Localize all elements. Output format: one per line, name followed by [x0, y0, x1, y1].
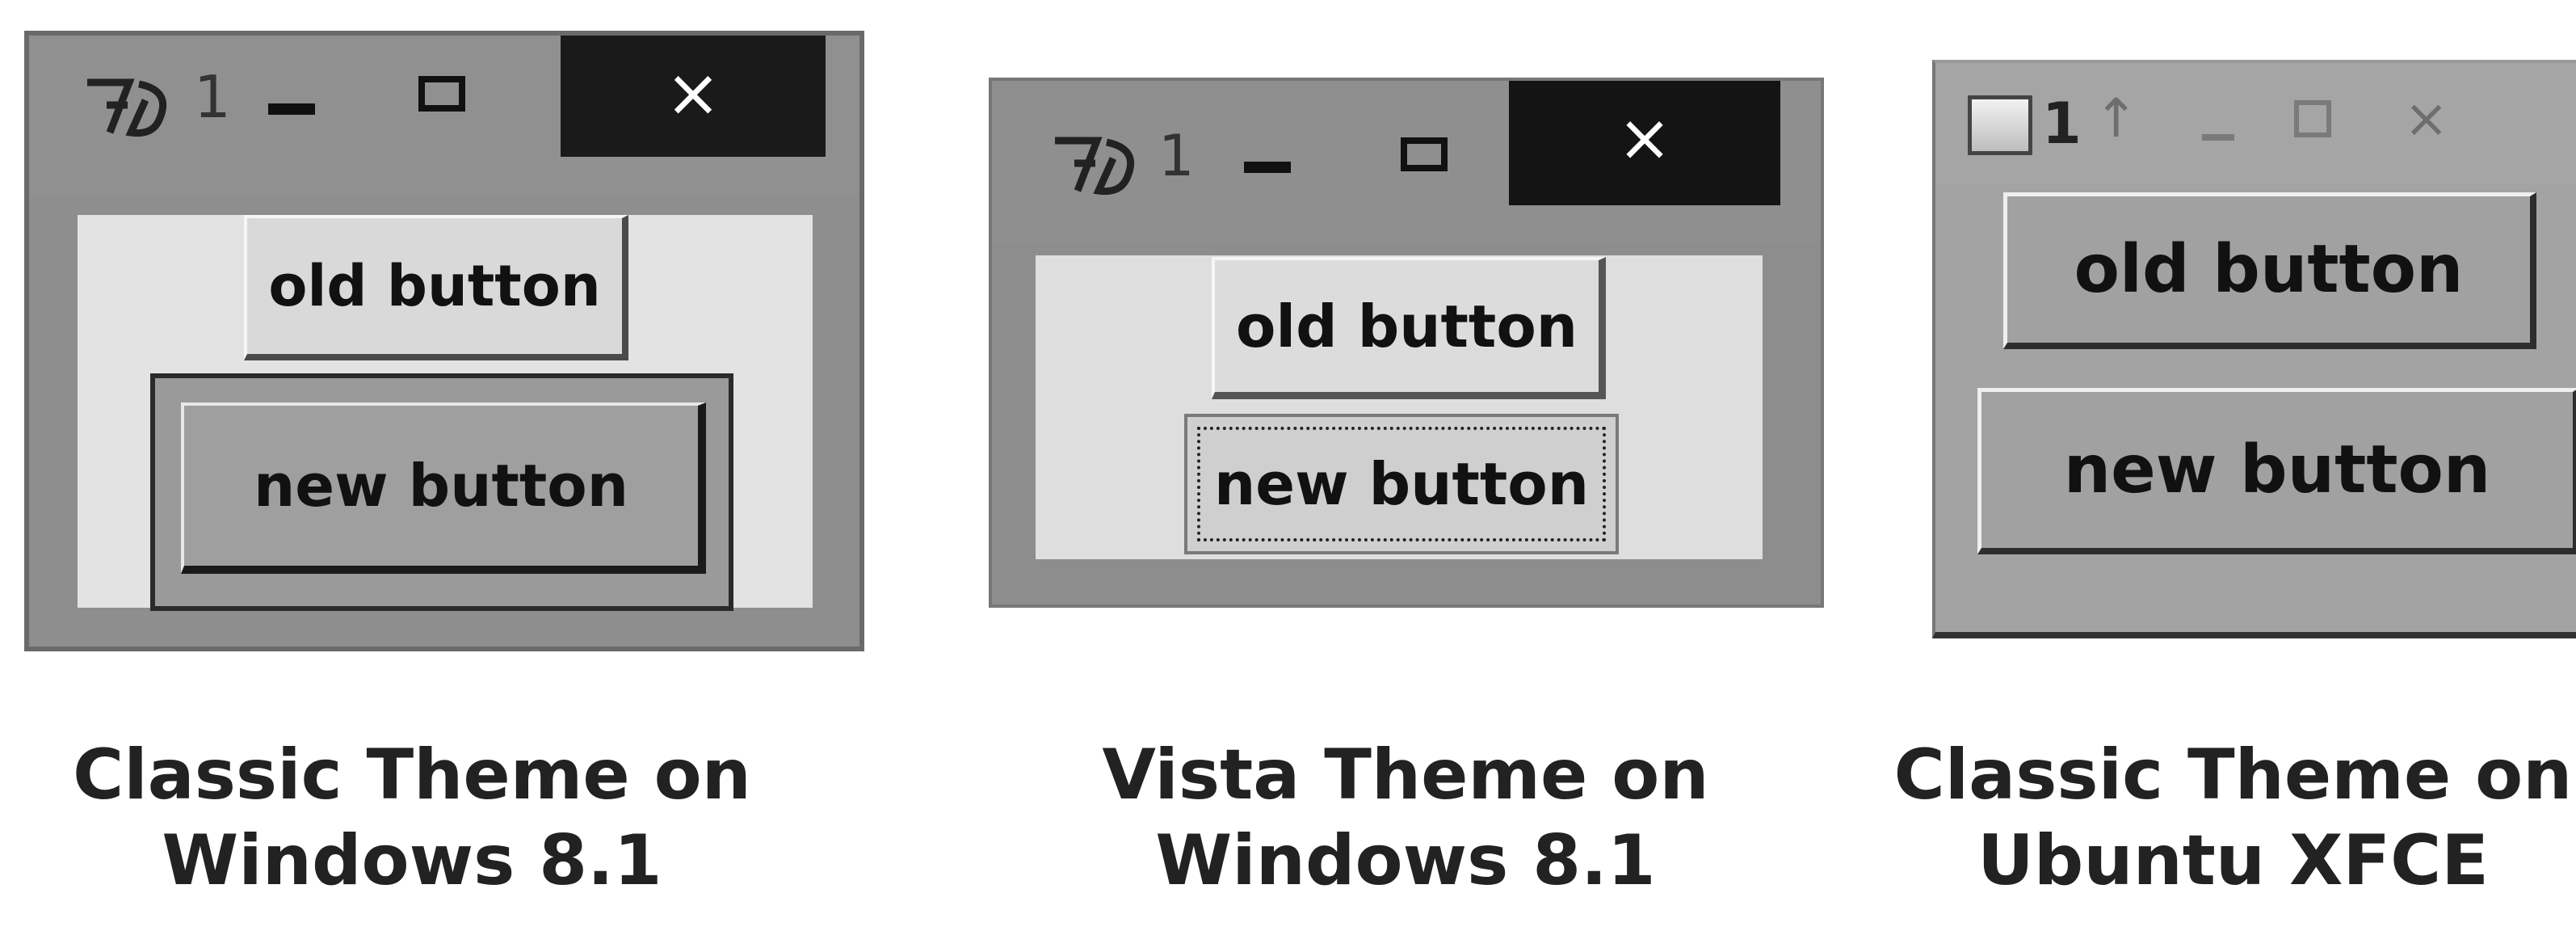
title-bar[interactable]: 1 ↑ ×: [1935, 63, 2576, 184]
new-button[interactable]: new button: [181, 402, 706, 574]
tk-feather-icon: [87, 78, 167, 137]
close-icon: ×: [665, 55, 721, 132]
maximize-icon[interactable]: [1401, 137, 1448, 171]
close-button[interactable]: ×: [561, 36, 826, 157]
window-title: 1: [1158, 123, 1195, 189]
window-classic-ubuntu: 1 ↑ × old button new button: [1932, 60, 2576, 638]
old-button[interactable]: old button: [244, 215, 628, 360]
close-icon: ×: [1617, 100, 1672, 175]
caption: Classic Theme on Windows 8.1: [48, 732, 775, 904]
minimize-icon[interactable]: [268, 103, 315, 115]
window-title: 1: [194, 63, 231, 131]
close-icon[interactable]: ×: [2404, 87, 2448, 150]
new-button[interactable]: new button: [1184, 414, 1619, 554]
caption-line-2: Ubuntu XFCE: [1977, 820, 2490, 901]
window-title: 1: [2042, 91, 2082, 157]
window-client-area: old button new button: [1036, 255, 1763, 559]
caption: Classic Theme on Ubuntu XFCE: [1890, 732, 2576, 904]
new-button-focus-frame: new button: [150, 373, 733, 611]
close-button[interactable]: ×: [1509, 81, 1780, 205]
caption-line-2: Windows 8.1: [162, 820, 662, 901]
caption: Vista Theme on Windows 8.1: [1042, 732, 1769, 904]
new-button[interactable]: new button: [1977, 388, 2576, 554]
title-bar[interactable]: 1 ×: [992, 81, 1821, 242]
window-vista-windows: 1 × old button new button: [989, 78, 1824, 608]
caption-line-1: Vista Theme on: [1102, 735, 1709, 815]
title-bar[interactable]: 1 ×: [29, 36, 859, 194]
minimize-icon[interactable]: [2202, 134, 2234, 141]
minimize-icon[interactable]: [1244, 162, 1291, 173]
window-classic-windows: 1 × old button new button: [24, 31, 864, 651]
old-button[interactable]: old button: [2003, 192, 2536, 349]
maximize-icon[interactable]: [418, 76, 465, 112]
tk-feather-icon: [1055, 137, 1135, 196]
window-client-area: old button new button: [78, 215, 813, 611]
arrow-up-icon[interactable]: ↑: [2094, 87, 2138, 150]
caption-line-1: Classic Theme on: [73, 735, 751, 815]
caption-line-1: Classic Theme on: [1893, 735, 2573, 815]
old-button[interactable]: old button: [1212, 257, 1606, 399]
app-icon: [1968, 95, 2032, 155]
caption-line-2: Windows 8.1: [1155, 820, 1656, 901]
maximize-icon[interactable]: [2294, 100, 2331, 137]
